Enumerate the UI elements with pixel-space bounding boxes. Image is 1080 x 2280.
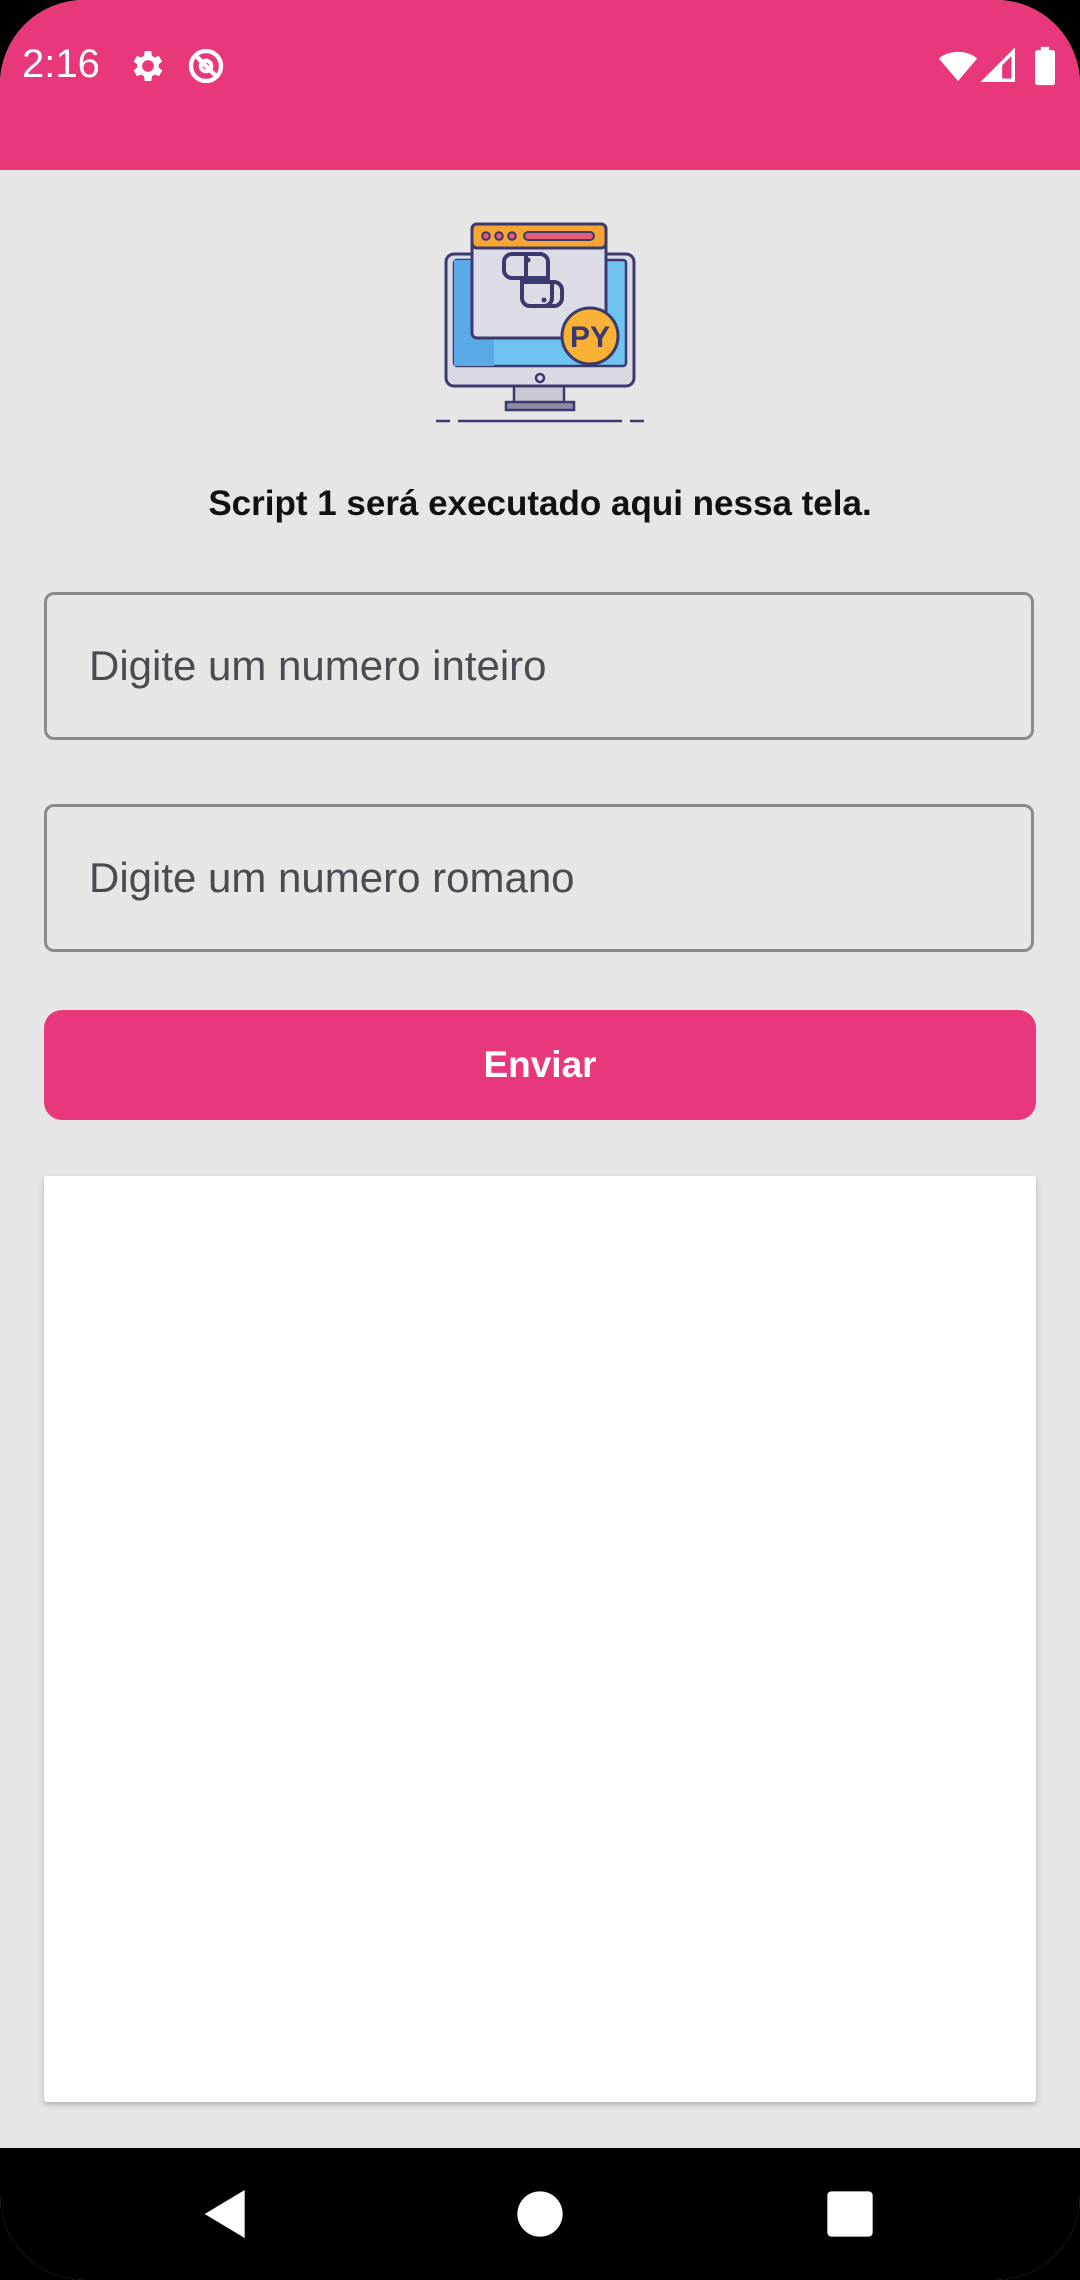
status-bar: 2:16 [0,0,1080,170]
roman-input[interactable] [47,807,1031,949]
home-icon[interactable] [508,2182,572,2246]
status-time: 2:16 [22,42,100,86]
sync-off-icon [186,46,226,86]
logo-badge-text: PY [570,321,610,354]
signal-icon [980,46,1018,86]
app-screen: 2:16 PY Script 1 será executado aqui nes… [0,0,1080,2280]
instruction-text: Script 1 será executado aqui nessa tela. [208,484,872,523]
roman-field-container [44,804,1034,952]
python-monitor-icon: PY [436,218,644,430]
navigation-bar [0,2148,1080,2280]
integer-field-container [44,592,1034,740]
send-button[interactable]: Enviar [44,1010,1036,1120]
back-icon[interactable] [194,2182,258,2246]
integer-input[interactable] [47,595,1031,737]
output-panel [44,1176,1036,2102]
recents-icon[interactable] [818,2182,882,2246]
battery-icon [1030,46,1060,86]
wifi-icon [936,46,980,86]
gear-icon [128,46,168,86]
